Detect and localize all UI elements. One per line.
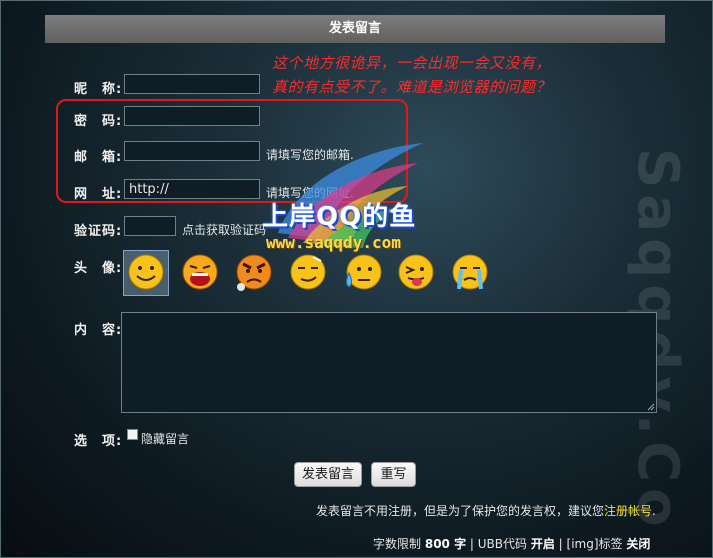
tongue-face-icon[interactable] [394, 251, 438, 295]
img-tag-label: [img]标签 [566, 537, 623, 551]
smirk-face-icon[interactable] [286, 251, 330, 295]
annotation-note-line-1: 这个地方很诡异，一会出现一会又没有， [272, 54, 552, 72]
reset-button[interactable]: 重写 [371, 462, 416, 487]
annotation-note-line-2: 真的有点受不了。难道是浏览器的问题？ [272, 78, 552, 96]
smile-face-icon[interactable] [123, 250, 169, 296]
ubb-state: 开启 [530, 537, 555, 551]
crying-face-icon[interactable] [448, 251, 492, 295]
resize-handle-icon[interactable] [647, 403, 655, 411]
hide-message-checkbox[interactable] [127, 429, 138, 440]
footer-note: 发表留言不用注册，但是为了保护您的发言权，建议您注册帐号. [316, 502, 656, 519]
footer-note-end: . [652, 504, 656, 518]
watermark-site-name: 上岸QQ的鱼 [262, 202, 417, 232]
hide-message-label: 隐藏留言 [141, 432, 190, 446]
submit-button[interactable]: 发表留言 [294, 462, 362, 487]
watermark-site-url: www.saqqdy.com [266, 233, 401, 252]
register-account-link[interactable]: 注册帐号 [604, 504, 652, 518]
nickname-input[interactable] [124, 74, 260, 94]
footer-note-text: 发表留言不用注册，但是为了保护您的发言权，建议您 [316, 504, 605, 518]
options-label: 选 项: [74, 434, 123, 449]
form-title: 发表留言 [45, 15, 665, 43]
captcha-label: 验证码: [74, 224, 123, 239]
content-label: 内 容: [74, 323, 123, 338]
avatar-label: 头 像: [74, 261, 123, 276]
limits-line: 字数限制 800 字 | UBB代码 开启 | [img]标签 关闭 [373, 537, 651, 551]
content-textarea[interactable] [121, 312, 657, 413]
img-tag-state: 关闭 [626, 537, 651, 551]
laughing-face-icon[interactable] [178, 251, 222, 295]
sweat-face-icon[interactable] [340, 251, 384, 295]
captcha-input[interactable] [124, 216, 176, 236]
limit-value: 800 字 [424, 537, 467, 551]
captcha-refresh-link[interactable]: 点击获取验证码 [182, 221, 266, 238]
limit-label: 字数限制 [373, 537, 422, 551]
nickname-label: 昵 称: [74, 82, 123, 97]
angry-face-icon[interactable] [232, 251, 276, 295]
ubb-label: UBB代码 [477, 537, 527, 551]
annotation-note: 这个地方很诡异，一会出现一会又没有， 真的有点受不了。难道是浏览器的问题？ [272, 51, 602, 99]
